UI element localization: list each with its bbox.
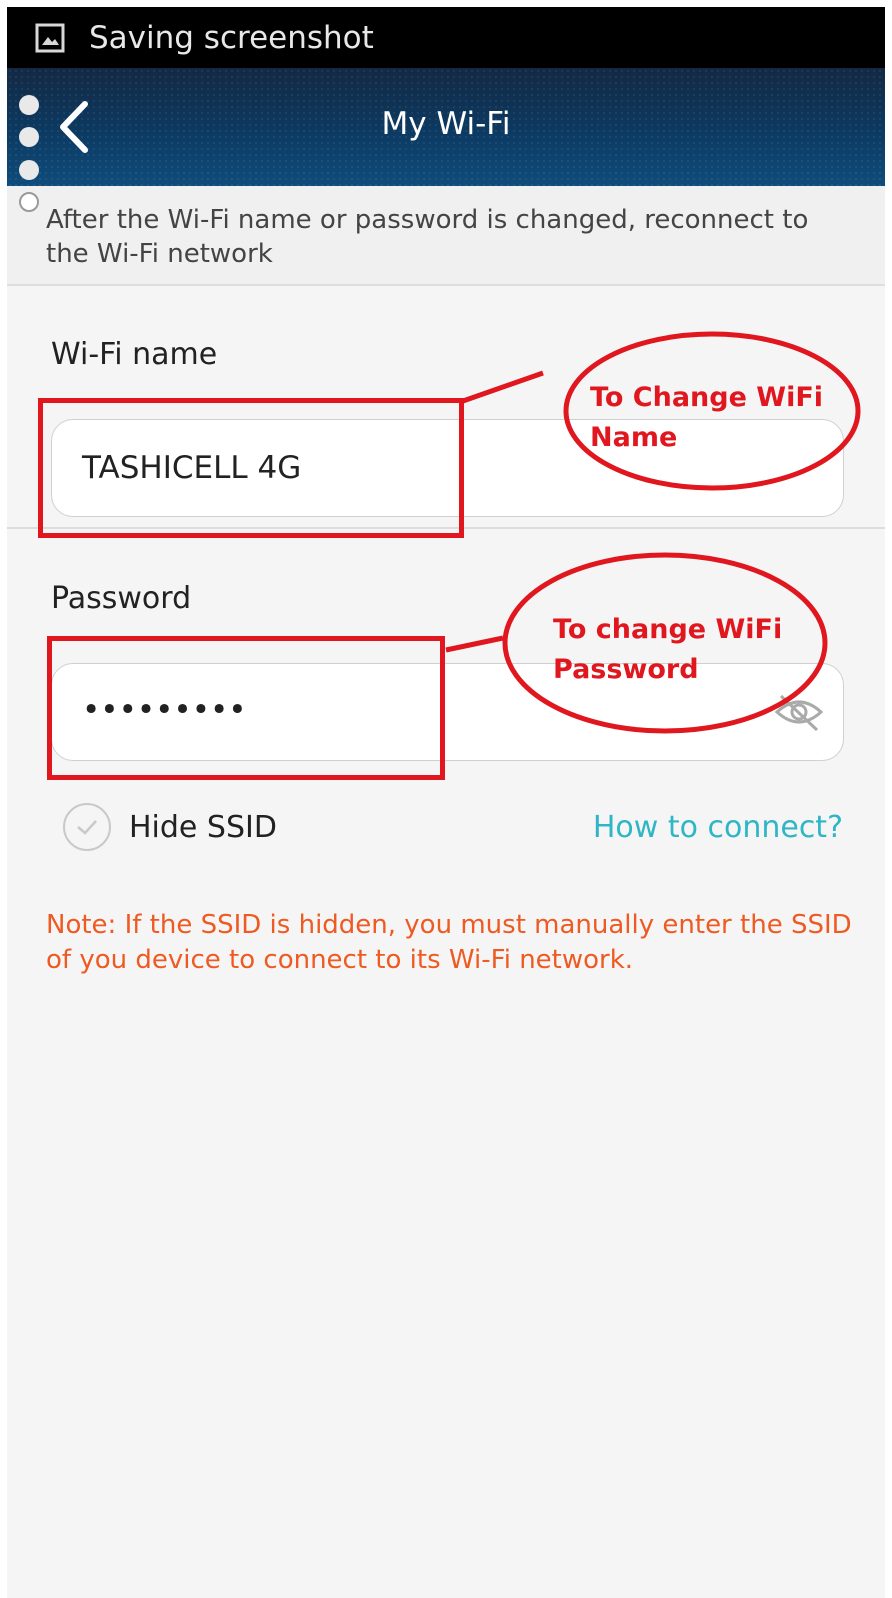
- eye-off-icon[interactable]: [773, 690, 825, 734]
- ssid-note: Note: If the SSID is hidden, you must ma…: [46, 910, 852, 975]
- overlay-menu-dot[interactable]: [19, 160, 39, 180]
- name-callout-line1: To Change WiFi: [590, 382, 824, 413]
- password-callout-line2: Password: [553, 654, 699, 685]
- overlay-menu-dot[interactable]: [19, 192, 39, 212]
- status-text: Saving screenshot: [89, 19, 374, 56]
- name-callout-line2: Name: [590, 422, 678, 453]
- image-icon: [35, 23, 65, 53]
- overlay-menu-dot[interactable]: [19, 95, 39, 115]
- password-highlight-box: [47, 636, 445, 780]
- hide-ssid-label: Hide SSID: [129, 810, 277, 845]
- banner-text: After the Wi-Fi name or password is chan…: [46, 205, 809, 269]
- page-title: My Wi-Fi: [381, 106, 511, 142]
- hide-ssid-checkbox[interactable]: [63, 803, 111, 851]
- status-bar: Saving screenshot: [7, 7, 885, 68]
- password-callout: To change WiFi Password: [553, 610, 782, 690]
- check-icon: [77, 820, 97, 835]
- password-label: Password: [51, 581, 192, 616]
- phone-screen: Saving screenshot My Wi-Fi After the Wi-…: [7, 7, 885, 1598]
- how-to-connect-link[interactable]: How to connect?: [593, 810, 843, 845]
- overlay-menu-dot[interactable]: [19, 127, 39, 147]
- name-highlight-box: [38, 398, 464, 538]
- password-callout-line1: To change WiFi: [553, 614, 783, 645]
- info-banner: After the Wi-Fi name or password is chan…: [7, 186, 885, 286]
- wifi-name-label: Wi-Fi name: [51, 337, 218, 372]
- name-callout: To Change WiFi Name: [590, 378, 823, 458]
- app-header: My Wi-Fi: [7, 68, 885, 186]
